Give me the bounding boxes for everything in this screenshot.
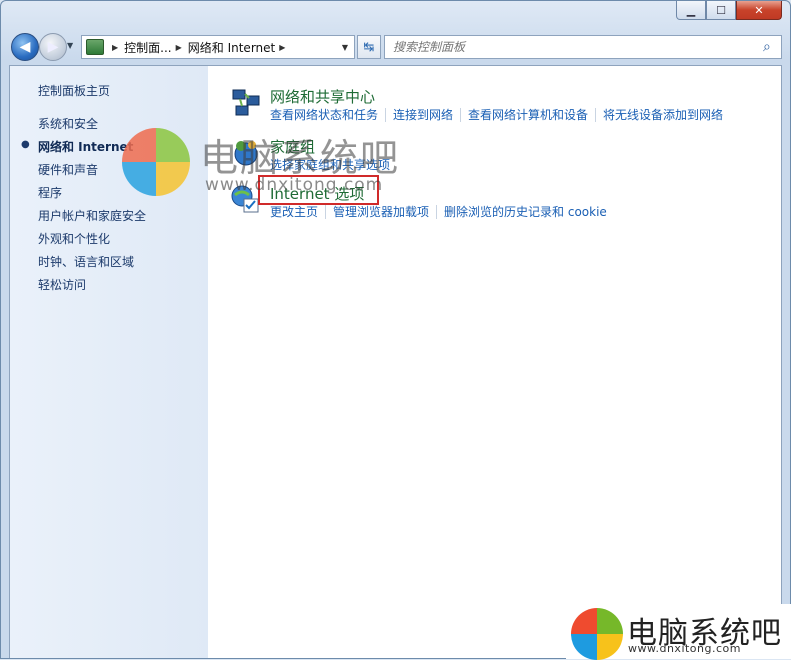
category-links: 查看网络状态和任务 连接到网络 查看网络计算机和设备 将无线设备添加到网络	[270, 106, 730, 123]
link-view-network-status[interactable]: 查看网络状态和任务	[270, 108, 387, 122]
sidebar-item-user-accounts[interactable]: 用户帐户和家庭安全	[38, 207, 146, 224]
link-connect-to-network[interactable]: 连接到网络	[386, 108, 462, 122]
control-panel-window: ▁ ☐ ✕ ◀ ▶ ▼ ▶ 控制面... ▶ 网络和 Internet ▶ ▼ …	[0, 0, 791, 659]
sidebar-item-network-internet[interactable]: 网络和 Internet	[38, 138, 133, 155]
navigation-toolbar: ◀ ▶ ▼ ▶ 控制面... ▶ 网络和 Internet ▶ ▼ ↹ ⌕	[9, 31, 782, 61]
breadcrumb-control-panel[interactable]: 控制面...	[124, 39, 171, 56]
address-bar[interactable]: ▶ 控制面... ▶ 网络和 Internet ▶ ▼	[81, 35, 355, 59]
sidebar-item-hardware-sound[interactable]: 硬件和声音	[38, 161, 98, 178]
search-input[interactable]	[385, 39, 763, 55]
link-manage-browser-addons[interactable]: 管理浏览器加载项	[326, 205, 438, 219]
link-delete-browsing-history[interactable]: 删除浏览的历史记录和 cookie	[437, 205, 614, 219]
breadcrumb-separator-icon[interactable]: ▶	[176, 43, 182, 52]
maximize-button[interactable]: ☐	[706, 1, 736, 20]
sidebar-item-appearance[interactable]: 外观和个性化	[38, 230, 110, 247]
sidebar-item-clock-language-region[interactable]: 时钟、语言和区域	[38, 253, 134, 270]
caption-buttons: ▁ ☐ ✕	[676, 1, 782, 21]
sidebar-item-control-panel-home[interactable]: 控制面板主页	[38, 82, 110, 99]
breadcrumb-network-internet[interactable]: 网络和 Internet	[188, 39, 275, 56]
forward-button[interactable]: ▶	[39, 33, 67, 61]
link-view-network-computers[interactable]: 查看网络计算机和设备	[461, 108, 597, 122]
back-button[interactable]: ◀	[11, 33, 39, 61]
search-box[interactable]: ⌕	[384, 35, 782, 59]
watermark-text: 电脑系统吧	[200, 136, 401, 180]
close-button[interactable]: ✕	[736, 1, 782, 20]
site-logo-url: www.dnxitong.com	[628, 642, 741, 655]
site-logo-icon	[571, 608, 623, 660]
refresh-button[interactable]: ↹	[357, 35, 381, 59]
category-title-network-sharing-center[interactable]: 网络和共享中心	[270, 86, 375, 107]
recent-pages-dropdown-icon[interactable]: ▼	[67, 41, 73, 50]
breadcrumb-separator-icon[interactable]: ▶	[279, 43, 285, 52]
active-bullet-icon: ●	[21, 139, 30, 150]
link-add-wireless-device[interactable]: 将无线设备添加到网络	[596, 108, 730, 122]
control-panel-icon	[86, 39, 104, 55]
search-icon[interactable]: ⌕	[763, 39, 781, 55]
category-links: 更改主页 管理浏览器加载项 删除浏览的历史记录和 cookie	[270, 203, 614, 220]
link-change-homepage[interactable]: 更改主页	[270, 205, 327, 219]
watermark-url: www.dnxitong.com	[205, 175, 384, 195]
sidebar-item-ease-of-access[interactable]: 轻松访问	[38, 276, 86, 293]
sidebar-item-system-security[interactable]: 系统和安全	[38, 115, 98, 132]
breadcrumb-separator-icon[interactable]: ▶	[112, 43, 118, 52]
minimize-button[interactable]: ▁	[676, 1, 706, 20]
watermark-logo	[122, 128, 190, 196]
sidebar-item-programs[interactable]: 程序	[38, 184, 62, 201]
address-dropdown-icon[interactable]: ▼	[342, 43, 348, 52]
network-sharing-center-icon	[232, 89, 260, 116]
